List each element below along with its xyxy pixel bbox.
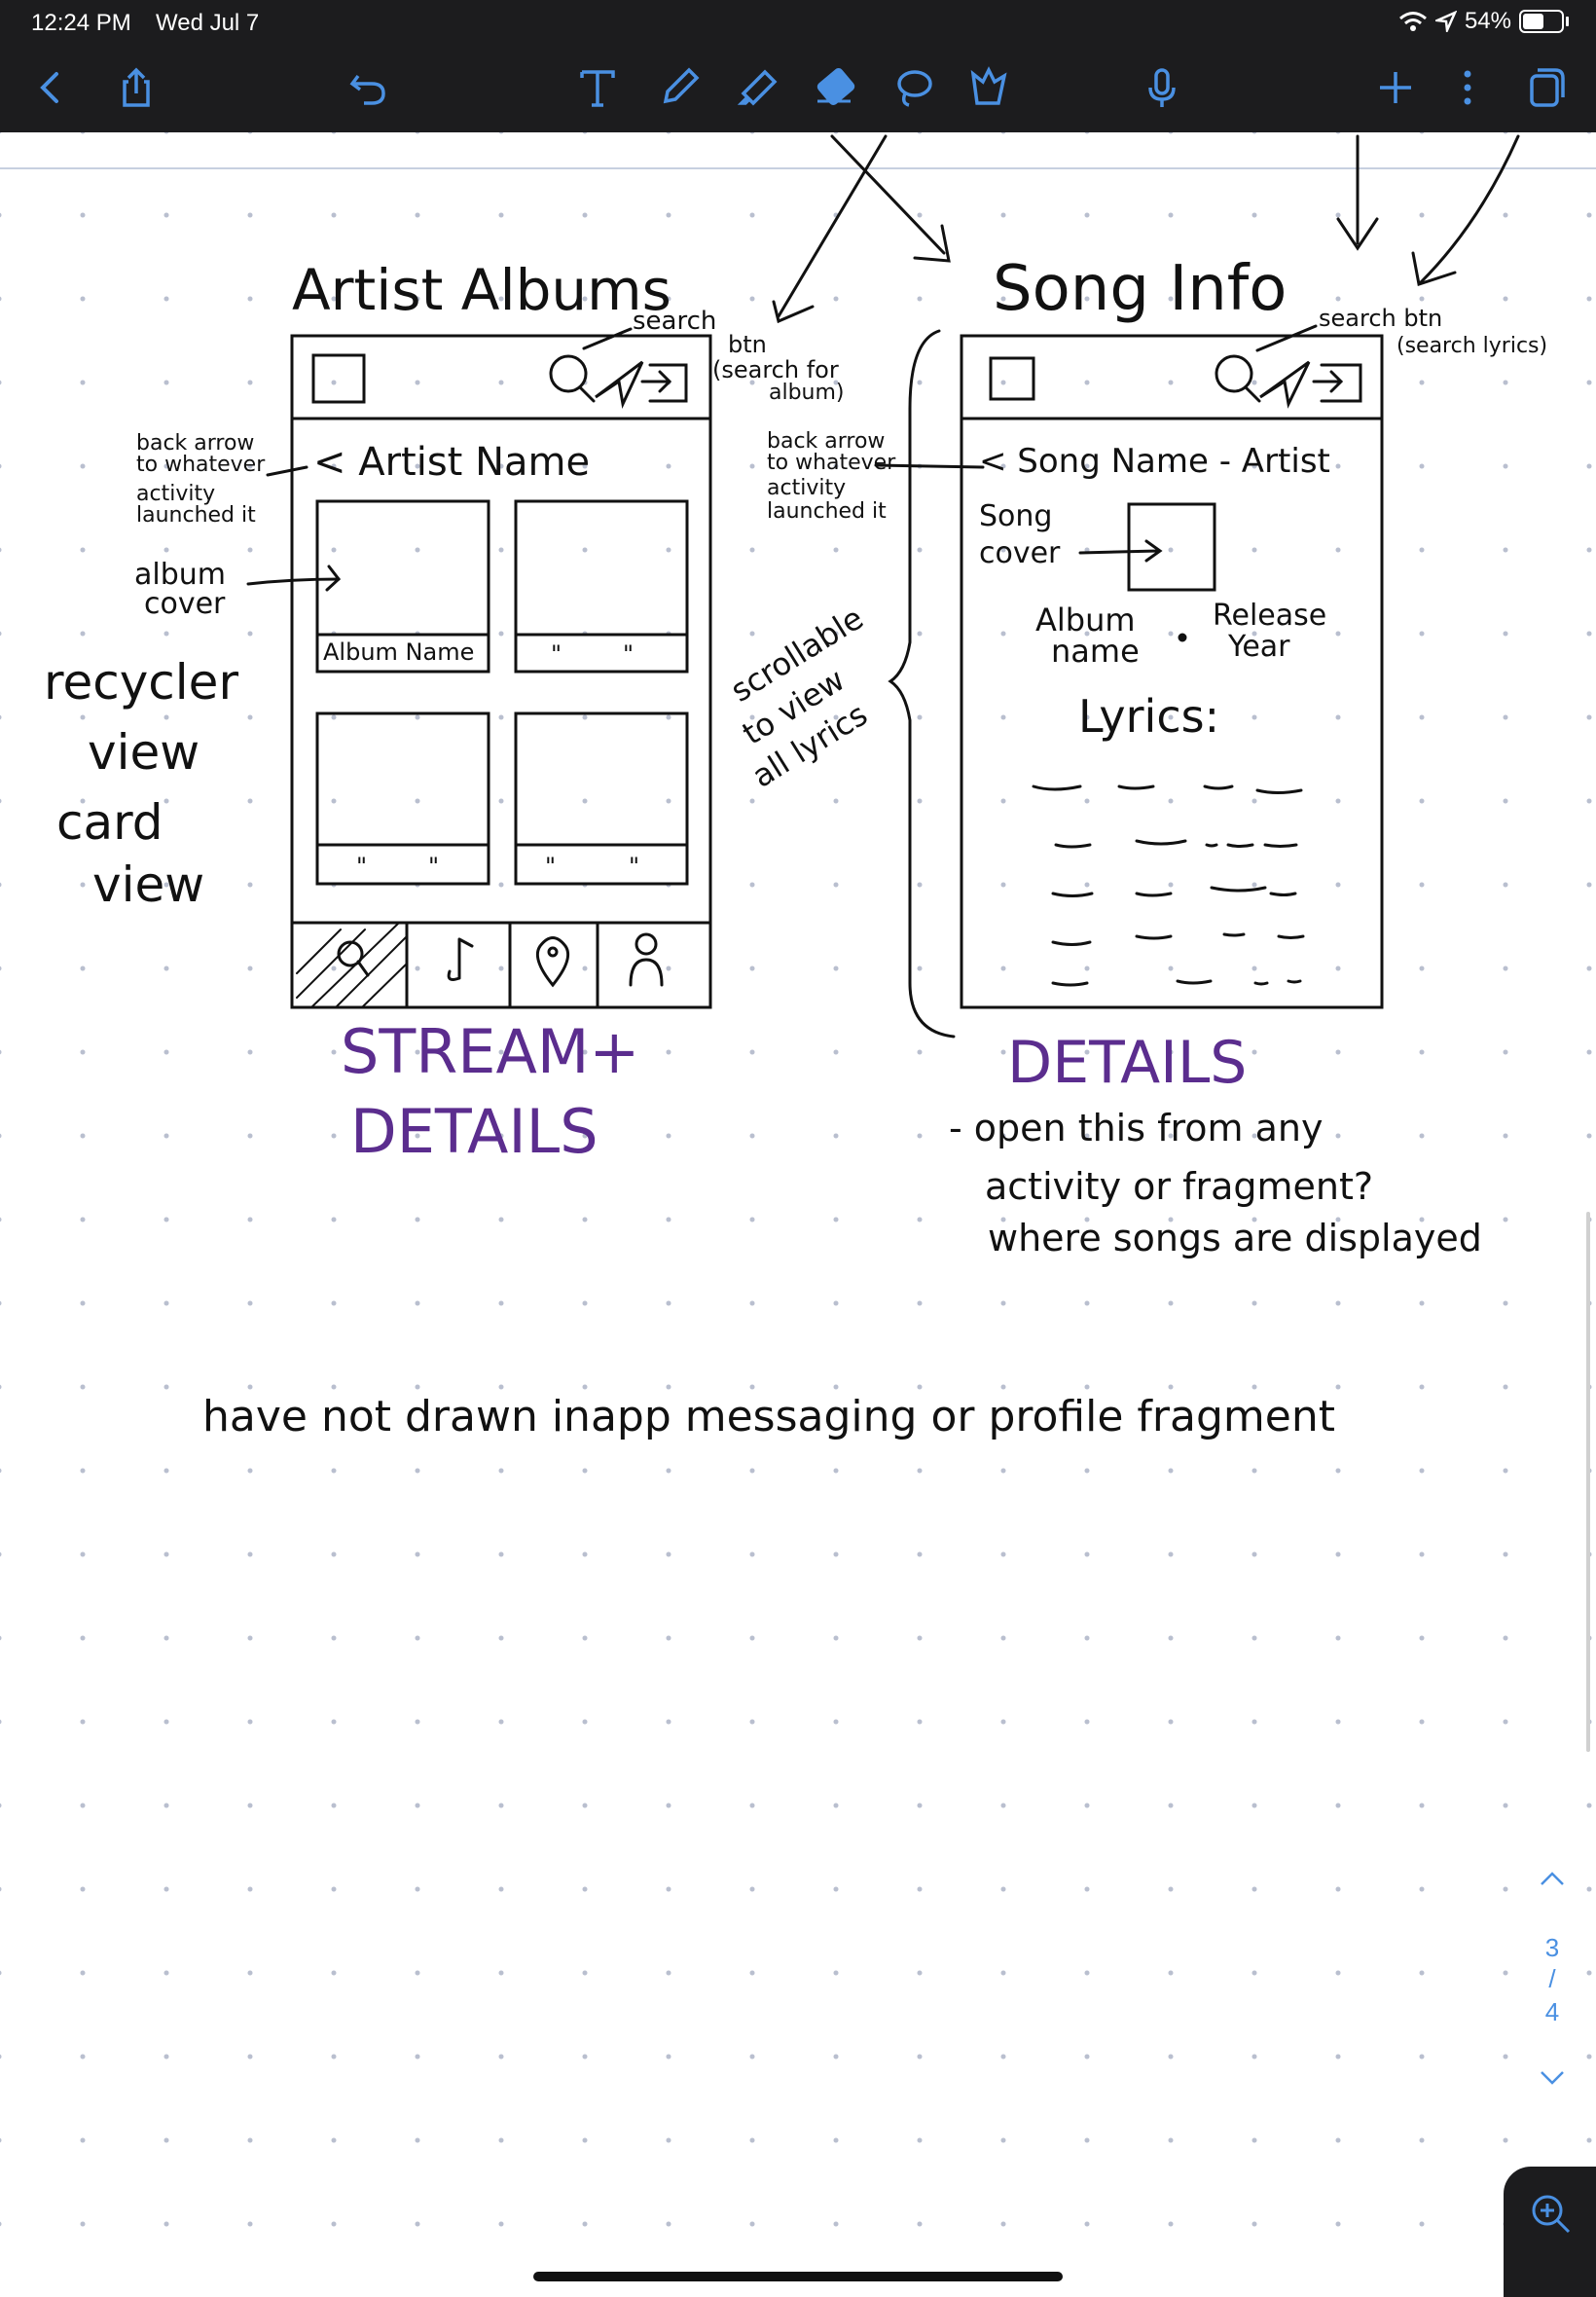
back-icon xyxy=(40,72,58,103)
status-date: Wed Jul 7 xyxy=(156,10,260,36)
pen-tool-button[interactable] xyxy=(650,58,708,117)
status-bar: 12:24 PM Wed Jul 7 54% xyxy=(0,0,1596,45)
share-button[interactable] xyxy=(107,58,165,117)
battery-fill xyxy=(1523,14,1543,29)
zoom-in-icon xyxy=(1532,2195,1571,2234)
highlighter-tool-button[interactable] xyxy=(728,58,786,117)
scrollbar-thumb[interactable] xyxy=(1586,1212,1590,1752)
undo-button[interactable] xyxy=(339,58,397,117)
page-down-icon[interactable] xyxy=(1538,2068,1567,2088)
notebook-canvas[interactable] xyxy=(0,132,1596,2297)
elements-tool-icon xyxy=(970,66,1007,105)
microphone-button[interactable] xyxy=(1133,58,1191,117)
page-current: 3 xyxy=(1544,1933,1560,1962)
battery-percent: 54% xyxy=(1464,8,1511,34)
page-navigator: 3 / 4 xyxy=(1508,1869,1596,2102)
more-icon xyxy=(1464,70,1471,105)
zoom-button[interactable] xyxy=(1504,2167,1596,2297)
page-up-icon[interactable] xyxy=(1538,1869,1567,1888)
battery-tip xyxy=(1566,17,1569,26)
toolbar xyxy=(0,45,1596,132)
location-icon xyxy=(1434,11,1457,32)
lasso-tool-icon xyxy=(897,70,932,107)
undo-icon xyxy=(349,74,385,105)
more-button[interactable] xyxy=(1438,58,1497,117)
status-right: 54% xyxy=(1398,8,1569,35)
eraser-tool-icon xyxy=(816,68,855,105)
text-tool-icon xyxy=(580,70,615,107)
elements-tool-button[interactable] xyxy=(960,58,1018,117)
page-top-rule xyxy=(0,167,1596,169)
lasso-tool-button[interactable] xyxy=(884,58,942,117)
page-total: 4 xyxy=(1544,1997,1560,2026)
add-button[interactable] xyxy=(1366,58,1425,117)
highlighter-tool-icon xyxy=(737,69,778,106)
page-separator: / xyxy=(1548,1964,1556,1993)
pen-tool-icon xyxy=(663,67,700,104)
microphone-icon xyxy=(1148,68,1176,107)
pages-button[interactable] xyxy=(1514,58,1573,117)
pages-icon xyxy=(1530,68,1565,107)
wifi-icon xyxy=(1398,12,1427,31)
back-button[interactable] xyxy=(21,58,80,117)
add-icon xyxy=(1380,72,1411,103)
battery-icon xyxy=(1519,10,1564,33)
text-tool-button[interactable] xyxy=(568,58,627,117)
share-icon xyxy=(123,67,150,107)
home-indicator[interactable] xyxy=(533,2272,1063,2281)
status-time: 12:24 PM xyxy=(31,10,131,36)
eraser-tool-button[interactable] xyxy=(806,58,864,117)
